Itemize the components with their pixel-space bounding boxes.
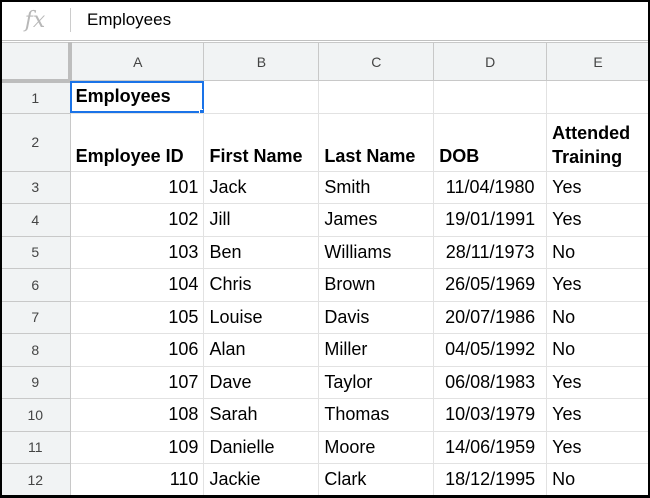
table-row: 9 107 Dave Taylor 06/08/1983 Yes (0, 365, 650, 399)
cell-first-name[interactable]: Chris (203, 268, 320, 302)
cell[interactable] (203, 80, 320, 114)
row-header[interactable]: 4 (0, 203, 71, 237)
cell-dob[interactable]: 26/05/1969 (433, 268, 548, 302)
cell-employee-id[interactable]: 104 (69, 268, 205, 302)
row-header[interactable]: 3 (0, 170, 71, 204)
table-row: 12 110 Jackie Clark 18/12/1995 No (0, 463, 650, 497)
column-header-a[interactable]: A (69, 42, 205, 81)
cell-attended-training[interactable]: Yes (546, 170, 650, 204)
row-header[interactable]: 5 (0, 235, 71, 269)
cell[interactable] (546, 80, 650, 114)
table-row: 4 102 Jill James 19/01/1991 Yes (0, 203, 650, 237)
formula-input[interactable]: Employees (71, 10, 171, 30)
cell-last-name[interactable]: Thomas (318, 398, 435, 432)
cell-employee-id[interactable]: 110 (69, 463, 205, 497)
header-dob[interactable]: DOB (433, 112, 548, 172)
table-row: 11 109 Danielle Moore 14/06/1959 Yes (0, 430, 650, 464)
cell-dob[interactable]: 10/03/1979 (433, 398, 548, 432)
cell-employee-id[interactable]: 103 (69, 235, 205, 269)
cell-attended-training[interactable]: Yes (546, 398, 650, 432)
cell-attended-training[interactable]: Yes (546, 203, 650, 237)
cell-last-name[interactable]: James (318, 203, 435, 237)
cell-a1-title[interactable]: Employees (69, 80, 205, 114)
table-row: 5 103 Ben Williams 28/11/1973 No (0, 235, 650, 269)
cell-dob[interactable]: 11/04/1980 (433, 170, 548, 204)
cell[interactable] (433, 80, 548, 114)
cell-attended-training[interactable]: Yes (546, 430, 650, 464)
cell[interactable] (318, 80, 435, 114)
cell-last-name[interactable]: Williams (318, 235, 435, 269)
title-text: Employees (75, 86, 171, 107)
cell-attended-training[interactable]: No (546, 300, 650, 334)
cell-employee-id[interactable]: 105 (69, 300, 205, 334)
cell-dob[interactable]: 20/07/1986 (433, 300, 548, 334)
cell-first-name[interactable]: Dave (203, 365, 320, 399)
table-row: 10 108 Sarah Thomas 10/03/1979 Yes (0, 398, 650, 432)
cell-employee-id[interactable]: 108 (69, 398, 205, 432)
header-first-name[interactable]: First Name (203, 112, 320, 172)
cell-employee-id[interactable]: 101 (69, 170, 205, 204)
cell-dob[interactable]: 04/05/1992 (433, 333, 548, 367)
cell-dob[interactable]: 28/11/1973 (433, 235, 548, 269)
cell-first-name[interactable]: Alan (203, 333, 320, 367)
row-header[interactable]: 6 (0, 268, 71, 302)
cell-dob[interactable]: 14/06/1959 (433, 430, 548, 464)
row-1: 1 Employees (0, 80, 650, 114)
cell-first-name[interactable]: Jill (203, 203, 320, 237)
column-header-d[interactable]: D (433, 42, 548, 81)
row-header[interactable]: 11 (0, 430, 71, 464)
select-all-corner[interactable] (0, 42, 73, 83)
row-header[interactable]: 7 (0, 300, 71, 334)
cell-last-name[interactable]: Clark (318, 463, 435, 497)
table-row: 6 104 Chris Brown 26/05/1969 Yes (0, 268, 650, 302)
cell-last-name[interactable]: Taylor (318, 365, 435, 399)
cell-first-name[interactable]: Jack (203, 170, 320, 204)
cell-attended-training[interactable]: No (546, 333, 650, 367)
cell-first-name[interactable]: Sarah (203, 398, 320, 432)
cell-dob[interactable]: 06/08/1983 (433, 365, 548, 399)
table-row: 8 106 Alan Miller 04/05/1992 No (0, 333, 650, 367)
table-row: 3 101 Jack Smith 11/04/1980 Yes (0, 170, 650, 204)
cell-last-name[interactable]: Smith (318, 170, 435, 204)
table-row: 7 105 Louise Davis 20/07/1986 No (0, 300, 650, 334)
cell-attended-training[interactable]: Yes (546, 268, 650, 302)
cell-last-name[interactable]: Davis (318, 300, 435, 334)
fx-icon: fx (24, 7, 46, 33)
row-header[interactable]: 1 (0, 80, 71, 114)
header-last-name[interactable]: Last Name (318, 112, 435, 172)
column-header-c[interactable]: C (318, 42, 435, 81)
cell-first-name[interactable]: Jackie (203, 463, 320, 497)
column-header-e[interactable]: E (546, 42, 650, 81)
cell-last-name[interactable]: Brown (318, 268, 435, 302)
cell-employee-id[interactable]: 107 (69, 365, 205, 399)
row-header[interactable]: 9 (0, 365, 71, 399)
cell-last-name[interactable]: Miller (318, 333, 435, 367)
cell-dob[interactable]: 19/01/1991 (433, 203, 548, 237)
spreadsheet-grid: A B C D E 1 Employees 2 Employee ID Firs… (0, 42, 650, 497)
cell-first-name[interactable]: Danielle (203, 430, 320, 464)
cell-first-name[interactable]: Louise (203, 300, 320, 334)
cell-first-name[interactable]: Ben (203, 235, 320, 269)
header-attended-training[interactable]: Attended Training (546, 112, 650, 172)
cell-employee-id[interactable]: 106 (69, 333, 205, 367)
column-header-row: A B C D E (0, 42, 650, 83)
cell-employee-id[interactable]: 109 (69, 430, 205, 464)
column-header-b[interactable]: B (203, 42, 320, 81)
header-employee-id[interactable]: Employee ID (69, 112, 205, 172)
row-2-headers: 2 Employee ID First Name Last Name DOB A… (0, 112, 650, 172)
fill-handle[interactable] (199, 108, 203, 113)
cell-dob[interactable]: 18/12/1995 (433, 463, 548, 497)
cell-employee-id[interactable]: 102 (69, 203, 205, 237)
row-header[interactable]: 10 (0, 398, 71, 432)
row-header[interactable]: 8 (0, 333, 71, 367)
cell-attended-training[interactable]: Yes (546, 365, 650, 399)
row-header[interactable]: 12 (0, 463, 71, 497)
cell-attended-training[interactable]: No (546, 463, 650, 497)
formula-bar: fx Employees (0, 0, 650, 41)
cell-attended-training[interactable]: No (546, 235, 650, 269)
row-header[interactable]: 2 (0, 112, 71, 172)
cell-last-name[interactable]: Moore (318, 430, 435, 464)
